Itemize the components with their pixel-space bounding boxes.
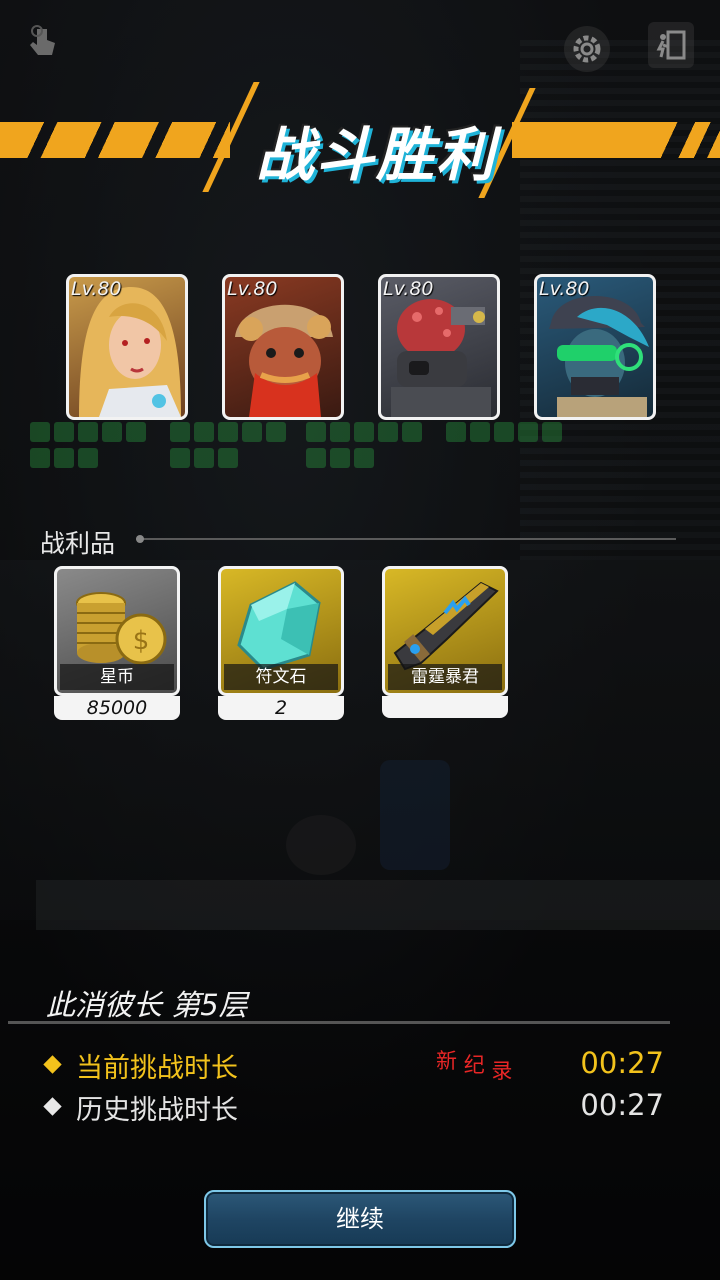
buff-icon — [126, 422, 146, 442]
buff-icon — [266, 422, 286, 442]
banner-stripe-left — [0, 122, 230, 158]
buff-icon — [542, 422, 562, 442]
new-record-char: 录 — [491, 1059, 513, 1083]
loot-frame: 符文石 — [218, 566, 344, 696]
buff-icons — [446, 422, 576, 470]
stage-title: 此消彼长 第5层 — [46, 988, 248, 1022]
loot-name: 雷霆暴君 — [388, 664, 502, 690]
buff-icon — [78, 422, 98, 442]
hand-touch-icon[interactable] — [20, 20, 66, 66]
section-divider — [136, 535, 676, 543]
loot-item[interactable]: $ 星币 85000 — [54, 566, 180, 720]
buff-icon — [354, 422, 374, 442]
buff-icon — [402, 422, 422, 442]
loot-quantity — [382, 696, 508, 718]
buff-icon — [306, 422, 326, 442]
history-time-value: 00:27 — [580, 1088, 664, 1122]
loot-item[interactable]: 雷霆暴君 — [382, 566, 508, 720]
buff-icon — [218, 448, 238, 468]
buff-icon — [54, 448, 74, 468]
hero-level: Lv.80 — [71, 278, 122, 300]
current-time-row: 当前挑战时长 00:27 — [43, 1046, 676, 1086]
buff-icon — [218, 422, 238, 442]
buff-icon — [494, 422, 514, 442]
buff-icon — [306, 448, 326, 468]
loot-name: 星币 — [60, 664, 174, 690]
svg-text:$: $ — [133, 626, 150, 656]
new-record-badge: 新 纪 录 — [436, 1045, 512, 1083]
current-time-value: 00:27 — [580, 1046, 664, 1080]
buff-icon — [194, 448, 214, 468]
buff-icon — [54, 422, 74, 442]
stage-divider — [8, 1021, 670, 1024]
loot-quantity: 2 — [218, 696, 344, 720]
hero-level: Lv.80 — [539, 278, 590, 300]
victory-screen: 战斗胜利 Lv.80 Lv.80 Lv.80 Lv.80 战利品 $ 星币 85… — [0, 0, 720, 1280]
hero-card[interactable]: Lv.80 — [378, 274, 500, 420]
history-time-label: 历史挑战时长 — [76, 1095, 238, 1126]
exit-door-icon[interactable] — [648, 22, 694, 68]
gear-icon[interactable] — [564, 26, 610, 72]
buff-icons — [30, 422, 160, 470]
diamond-bullet-icon — [43, 1055, 62, 1074]
buff-icon — [194, 422, 214, 442]
loot-frame: $ 星币 — [54, 566, 180, 696]
buff-icon — [242, 422, 262, 442]
buff-icon — [378, 422, 398, 442]
buff-icon — [30, 422, 50, 442]
hero-card[interactable]: Lv.80 — [66, 274, 188, 420]
hero-level: Lv.80 — [383, 278, 434, 300]
buff-icons — [306, 422, 436, 470]
loot-frame: 雷霆暴君 — [382, 566, 508, 696]
loot-name: 符文石 — [224, 664, 338, 690]
loot-item[interactable]: 符文石 2 — [218, 566, 344, 720]
buff-icon — [354, 448, 374, 468]
buff-icon — [102, 422, 122, 442]
hero-level: Lv.80 — [227, 278, 278, 300]
buff-icon — [518, 422, 538, 442]
loot-quantity: 85000 — [54, 696, 180, 720]
buff-icon — [170, 422, 190, 442]
new-record-char: 纪 — [463, 1053, 485, 1077]
current-time-label: 当前挑战时长 — [76, 1053, 238, 1084]
hero-card[interactable]: Lv.80 — [222, 274, 344, 420]
hero-card[interactable]: Lv.80 — [534, 274, 656, 420]
buff-icon — [78, 448, 98, 468]
continue-button[interactable]: 继续 — [204, 1190, 516, 1248]
loot-label: 战利品 — [40, 529, 116, 558]
buff-icon — [446, 422, 466, 442]
buff-icon — [330, 448, 350, 468]
victory-title: 战斗胜利 — [255, 121, 496, 189]
banner-stripe-right — [512, 122, 720, 158]
diamond-bullet-icon — [43, 1097, 62, 1116]
victory-banner: 战斗胜利 — [202, 82, 536, 198]
history-time-row: 历史挑战时长 00:27 — [43, 1088, 676, 1128]
buff-icon — [470, 422, 490, 442]
buff-icons — [170, 422, 300, 470]
buff-icon — [170, 448, 190, 468]
new-record-char: 新 — [436, 1049, 457, 1073]
buff-icon — [330, 422, 350, 442]
buff-icon — [30, 448, 50, 468]
